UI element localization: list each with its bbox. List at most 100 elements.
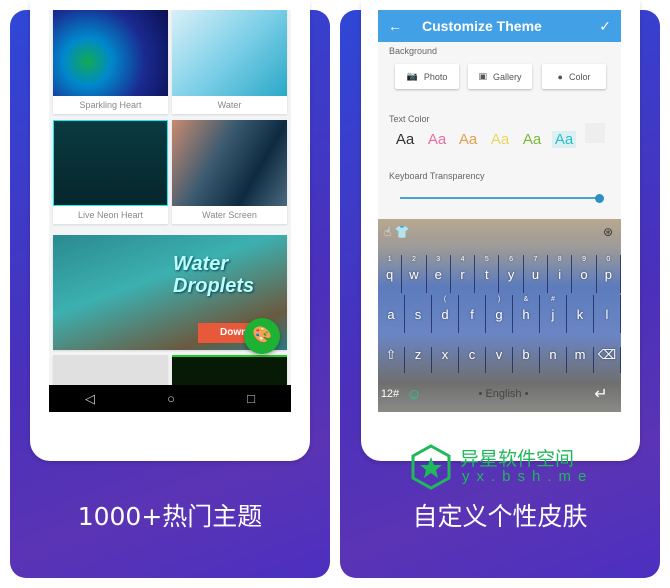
settings-icon[interactable]: ⊛ [603, 225, 613, 239]
key-hint: 3 [436, 256, 441, 263]
key[interactable]: z [405, 347, 432, 373]
key[interactable]: (d [432, 295, 459, 333]
key-label: i [558, 267, 562, 282]
key-label: f [470, 307, 474, 322]
key[interactable]: # j [540, 295, 567, 333]
enter-key[interactable]: ↵ [581, 384, 621, 404]
key[interactable]: f [459, 295, 486, 333]
theme-label: Live Neon Heart [77, 210, 144, 220]
key[interactable]: x [432, 347, 459, 373]
theme-preview [172, 120, 287, 206]
emoji-key[interactable]: ☺ [402, 386, 426, 403]
color-button[interactable]: ● Color [542, 64, 606, 89]
photo-button[interactable]: 📷 Photo [395, 64, 459, 89]
theme-card-water[interactable]: Water [172, 10, 287, 114]
text-color-swatch[interactable]: Aa [488, 131, 512, 148]
button-label: Gallery [493, 71, 522, 82]
key[interactable]: 2w [402, 255, 427, 293]
key[interactable]: 1q [378, 255, 403, 293]
key[interactable]: k [567, 295, 594, 333]
key-label: j [551, 307, 555, 322]
button-label: Color [568, 71, 591, 82]
palette-icon: 🎨 [252, 327, 272, 344]
home-nav-icon[interactable]: ○ [167, 391, 175, 406]
theme-card-water-screen[interactable]: Water Screen [172, 120, 287, 224]
key-row-4: 12# ☺ • English • ↵ [378, 377, 621, 411]
key[interactable]: m [567, 347, 594, 373]
background-label: Background [389, 46, 438, 56]
text-color-swatch[interactable]: Aa [520, 131, 544, 148]
theme-card-white[interactable] [53, 355, 168, 385]
text-color-swatch[interactable]: Aa [393, 131, 417, 148]
slider-knob[interactable] [595, 193, 604, 203]
key[interactable]: l [594, 295, 621, 333]
back-arrow-icon[interactable]: ← [388, 18, 402, 34]
theme-label: Water [217, 100, 242, 110]
back-nav-icon[interactable]: ◁ [85, 391, 95, 407]
key-row-1: 1q2w3e4r5t6y7u8i9o0p [378, 255, 621, 293]
key-label: h [522, 307, 530, 322]
text-color-label: Text Color [389, 114, 430, 124]
key[interactable]: v [486, 347, 513, 373]
key[interactable]: 7u [524, 255, 549, 293]
watermark-url: yx.bsh.me [462, 468, 594, 485]
text-color-swatch[interactable]: Aa [456, 131, 480, 148]
key[interactable]: 9o [572, 255, 597, 293]
transparency-slider[interactable] [400, 193, 604, 203]
key-hint: 6 [509, 256, 514, 263]
theme-gallery-screen: Sparkling Heart Water Live Neon Heart Wa… [49, 10, 291, 412]
theme-label: Water Screen [202, 210, 257, 220]
theme-card-green-matrix[interactable] [172, 355, 287, 385]
camera-icon: 📷 [406, 71, 418, 81]
key-hint: ) [497, 296, 501, 303]
key[interactable]: ⇧ [378, 347, 405, 373]
key-label: p [604, 267, 612, 282]
key-label: d [441, 307, 449, 322]
recents-nav-icon[interactable]: □ [247, 391, 255, 406]
mode-key[interactable]: 12# [378, 388, 402, 400]
key[interactable]: 0p [597, 255, 621, 293]
key-label: t [485, 267, 489, 282]
key[interactable]: ) g [486, 295, 513, 333]
key-hint: 9 [582, 256, 586, 263]
page-title: Customize Theme [422, 18, 542, 34]
key-label: y [507, 267, 515, 282]
key[interactable]: ⌫ [594, 347, 621, 373]
key-label: s [414, 307, 422, 322]
text-color-swatch[interactable]: Aa [425, 131, 449, 148]
key[interactable]: b [513, 347, 540, 373]
key[interactable]: a [378, 295, 405, 333]
gesture-icon[interactable]: ☝ 👕 [384, 225, 410, 239]
theme-card-sparkling-heart[interactable]: Sparkling Heart [53, 10, 168, 114]
custom-color-swatch[interactable] [585, 123, 605, 143]
palette-fab-button[interactable]: 🎨 [244, 318, 280, 354]
space-key[interactable]: • English • [426, 388, 581, 400]
text-color-swatch-selected[interactable]: Aa [552, 131, 576, 148]
key[interactable]: c [459, 347, 486, 373]
key-row-3: ⇧ z x c v b n m ⌫ [378, 335, 621, 373]
key[interactable]: 8i [548, 255, 573, 293]
keyboard-preview: ☝ 👕 ⊛ 1q2w3e4r5t6y7u8i9o0p a s(d f) g & h # j k l… [378, 219, 621, 412]
key-row-2: a s (d f ) g & h # j k l [378, 295, 621, 333]
key-label: k [576, 307, 584, 322]
key[interactable]: n [540, 347, 567, 373]
theme-preview [172, 10, 287, 96]
left-caption: 1000+热门主题 [77, 502, 263, 531]
key[interactable]: 3e [427, 255, 451, 293]
key-label: e [434, 267, 442, 282]
key[interactable]: & h [513, 295, 540, 333]
check-icon[interactable]: ✓ [599, 18, 611, 35]
gallery-button[interactable]: ▣ Gallery [468, 64, 532, 89]
transparency-label: Keyboard Transparency [389, 171, 485, 181]
star-hexagon-logo-icon [411, 444, 451, 490]
key[interactable]: 6y [499, 255, 524, 293]
key-hint: 2 [411, 256, 416, 263]
palette-icon: ● [557, 71, 563, 82]
key[interactable]: 5t [475, 255, 500, 293]
key[interactable]: s [405, 295, 432, 333]
theme-card-live-neon-heart[interactable]: Live Neon Heart [53, 120, 168, 224]
key-label: q [386, 267, 394, 282]
key-hint: 0 [606, 256, 611, 263]
key-label: o [580, 267, 588, 282]
key[interactable]: 4r [451, 255, 476, 293]
